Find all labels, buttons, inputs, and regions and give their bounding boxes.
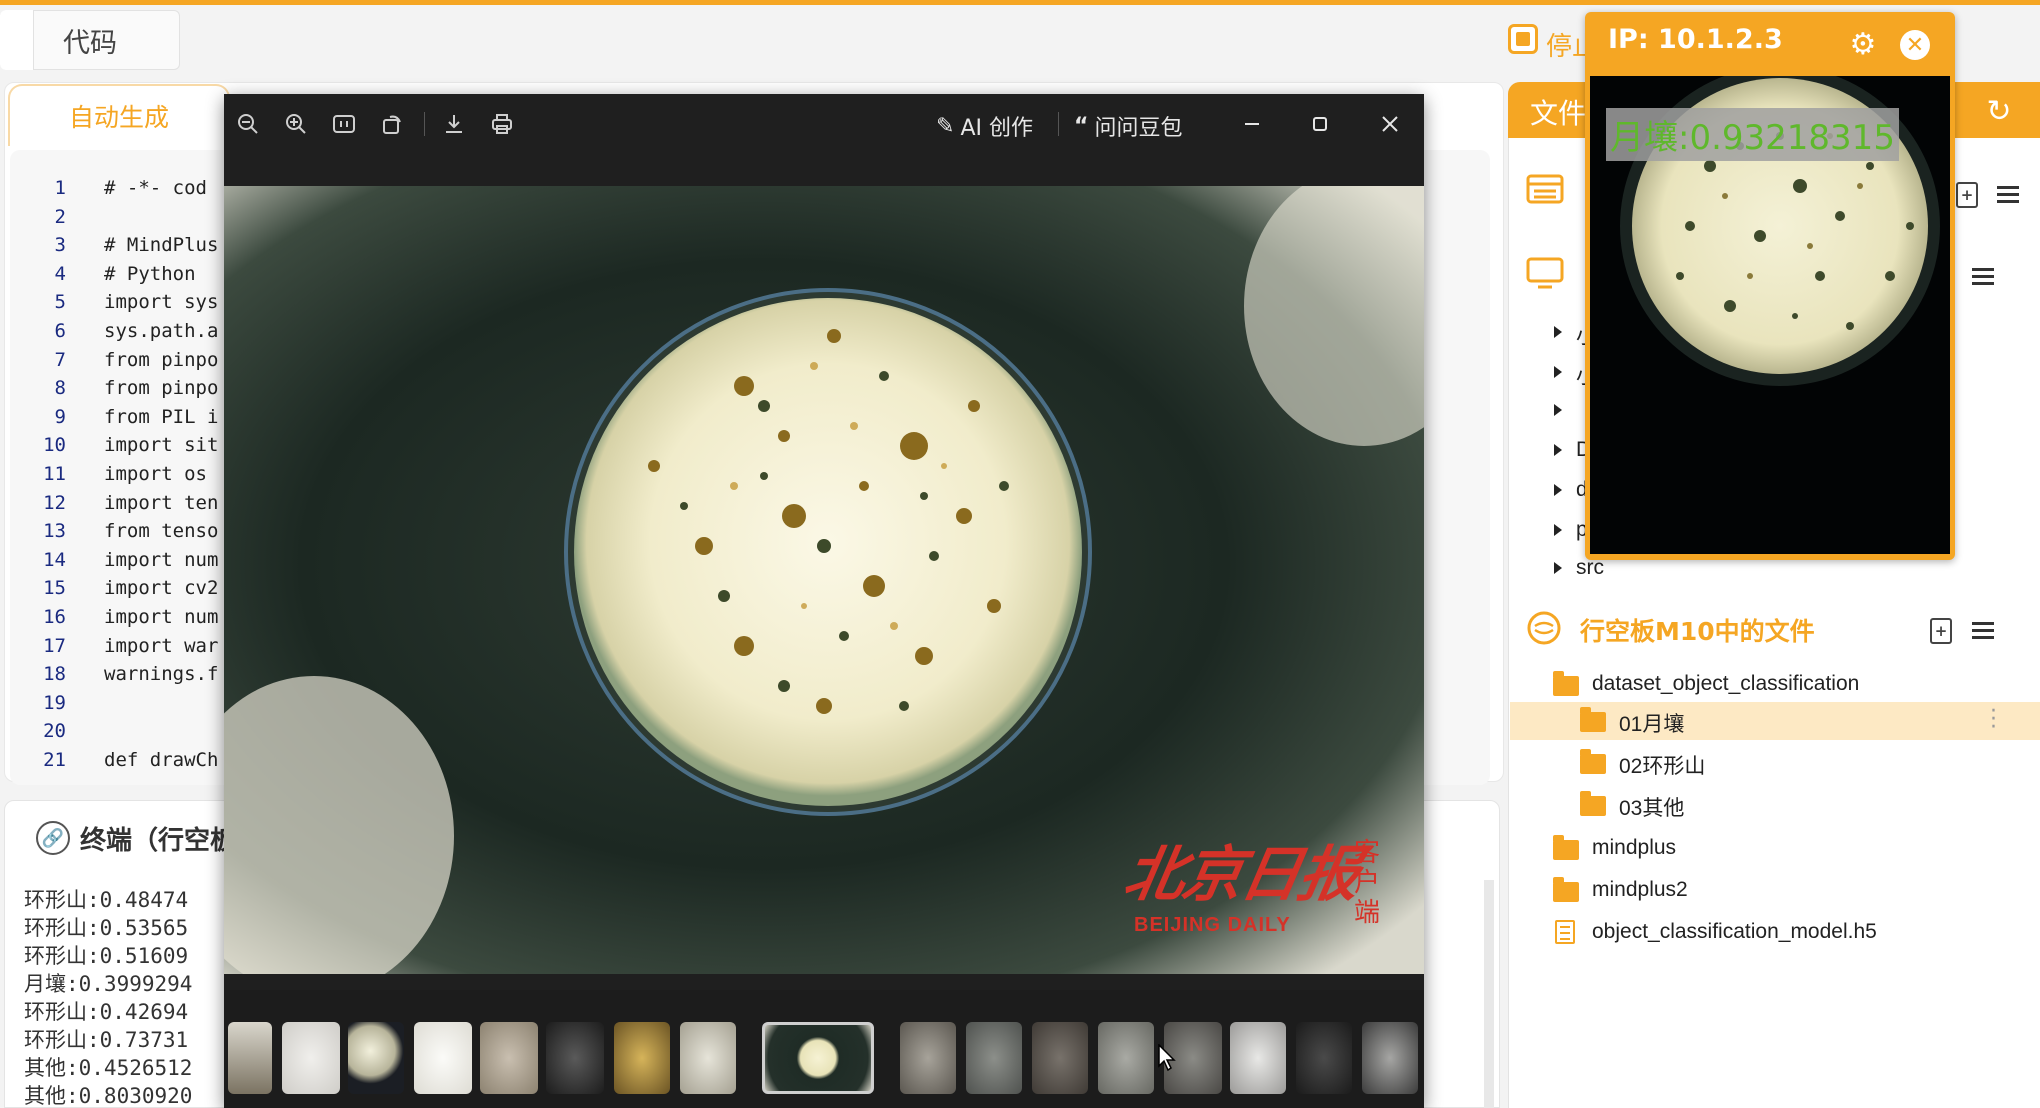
file-panel-title: 文件 bbox=[1530, 97, 1587, 130]
maximize-icon[interactable] bbox=[1306, 110, 1334, 138]
terminal-line: 其他:0.8030920 bbox=[24, 1084, 193, 1108]
close-icon[interactable]: ✕ bbox=[1900, 30, 1930, 60]
thumbnail[interactable] bbox=[228, 1022, 272, 1094]
terminal-header: 🔗 终端（行空板 bbox=[36, 818, 236, 858]
folder-icon bbox=[1553, 835, 1579, 860]
terminal-scrollbar[interactable] bbox=[1484, 880, 1494, 1108]
terminal-line: 环形山:0.48474 bbox=[24, 888, 189, 912]
expand-arrow-icon[interactable] bbox=[1554, 444, 1562, 456]
new-file-icon[interactable]: + bbox=[1930, 618, 1952, 644]
thumbnail[interactable] bbox=[1230, 1022, 1286, 1094]
close-icon[interactable] bbox=[1376, 110, 1404, 138]
folder-icon bbox=[1580, 707, 1606, 732]
folder-icon bbox=[1580, 749, 1606, 774]
minimize-icon[interactable] bbox=[1238, 110, 1266, 138]
thumbnail[interactable] bbox=[1032, 1022, 1088, 1094]
ask-doubao-label: 问问豆包 bbox=[1094, 116, 1183, 141]
thumbnail[interactable] bbox=[680, 1022, 736, 1094]
tab-auto-generate-label: 自动生成 bbox=[68, 103, 169, 132]
rotate-icon[interactable] bbox=[378, 110, 406, 138]
tree-item[interactable]: dataset_object_classification bbox=[1592, 672, 1859, 696]
print-icon[interactable] bbox=[488, 110, 516, 138]
thumbnail[interactable] bbox=[348, 1022, 404, 1094]
toolbar-separator bbox=[1058, 112, 1059, 136]
thumbnail-selected[interactable] bbox=[762, 1022, 874, 1094]
expand-arrow-icon[interactable] bbox=[1554, 326, 1562, 338]
thumbnail[interactable] bbox=[414, 1022, 472, 1094]
terminal-title: 终端（行空板 bbox=[80, 825, 237, 856]
zoom-in-icon[interactable] bbox=[282, 110, 310, 138]
menu-icon[interactable] bbox=[1972, 622, 1994, 640]
ai-create-button[interactable]: ✎ AI 创作 bbox=[936, 110, 1033, 142]
expand-arrow-icon[interactable] bbox=[1554, 524, 1562, 536]
expand-arrow-icon[interactable] bbox=[1554, 404, 1562, 416]
thumbnail[interactable] bbox=[282, 1022, 340, 1094]
expand-arrow-icon[interactable] bbox=[1554, 366, 1562, 378]
thumbnail[interactable] bbox=[614, 1022, 670, 1094]
ai-create-label: AI 创作 bbox=[960, 116, 1033, 141]
stop-button[interactable] bbox=[1508, 24, 1538, 54]
camera-ip-label: IP: 10.1.2.3 bbox=[1608, 24, 1783, 55]
thumbnail[interactable] bbox=[900, 1022, 956, 1094]
thumbnail[interactable] bbox=[546, 1022, 604, 1094]
watermark-client: 客户端 bbox=[1353, 838, 1380, 928]
tree-item[interactable]: 01月壤 bbox=[1619, 708, 1684, 738]
thumbnail[interactable] bbox=[966, 1022, 1022, 1094]
tree-item[interactable]: mindplus2 bbox=[1592, 878, 1688, 902]
link-icon[interactable]: 🔗 bbox=[36, 821, 70, 855]
menu-icon[interactable] bbox=[1972, 268, 1994, 286]
ask-doubao-button[interactable]: “ 问问豆包 bbox=[1074, 110, 1182, 142]
quote-icon: “ bbox=[1074, 113, 1089, 139]
computer-icon bbox=[1526, 256, 1564, 299]
top-accent-line bbox=[0, 0, 2040, 5]
more-options-icon[interactable]: · · · bbox=[1990, 701, 1997, 739]
thumbnail[interactable] bbox=[480, 1022, 538, 1094]
terminal-line: 环形山:0.73731 bbox=[24, 1028, 189, 1052]
tree-item[interactable]: 02环形山 bbox=[1619, 750, 1705, 780]
terminal-line: 月壤:0.3999294 bbox=[24, 972, 193, 996]
terminal-line: 环形山:0.42694 bbox=[24, 1000, 189, 1024]
tree-item[interactable]: object_classification_model.h5 bbox=[1592, 920, 1877, 944]
new-file-icon[interactable]: + bbox=[1956, 182, 1978, 208]
fit-icon[interactable] bbox=[330, 110, 358, 138]
download-icon[interactable] bbox=[440, 110, 468, 138]
expand-arrow-icon[interactable] bbox=[1554, 562, 1562, 574]
thumbnail[interactable] bbox=[1296, 1022, 1352, 1094]
refresh-icon[interactable]: ↻ bbox=[1982, 94, 2016, 129]
ai-create-icon: ✎ bbox=[936, 113, 955, 139]
tab-code-label: 代码 bbox=[63, 27, 117, 59]
folder-icon bbox=[1580, 791, 1606, 816]
folder-icon bbox=[1553, 671, 1579, 696]
thumbnail[interactable] bbox=[1362, 1022, 1418, 1094]
tree-item[interactable]: mindplus bbox=[1592, 836, 1676, 860]
folder-icon bbox=[1553, 877, 1579, 902]
project-files-icon bbox=[1526, 172, 1564, 215]
gear-icon[interactable]: ⚙ bbox=[1847, 27, 1879, 62]
tree-item[interactable]: 03其他 bbox=[1619, 792, 1684, 822]
board-icon bbox=[1526, 610, 1562, 655]
board-section-title: 行空板M10中的文件 bbox=[1580, 617, 1815, 646]
tab-auto-generate[interactable]: 自动生成 bbox=[8, 84, 230, 146]
file-icon bbox=[1555, 920, 1575, 944]
menu-icon[interactable] bbox=[1997, 186, 2019, 204]
watermark-english: BEIJING DAILY bbox=[1134, 914, 1291, 936]
watermark-logo: 北京日报 bbox=[1118, 840, 1364, 910]
terminal-line: 环形山:0.51609 bbox=[24, 944, 189, 968]
zoom-out-icon[interactable] bbox=[234, 110, 262, 138]
prediction-label: 月壤:0.93218315 bbox=[1606, 108, 1899, 161]
terminal-line: 环形山:0.53565 bbox=[24, 916, 189, 940]
terminal-line: 其他:0.4526512 bbox=[24, 1056, 193, 1080]
expand-arrow-icon[interactable] bbox=[1554, 484, 1562, 496]
tab-side-notch[interactable] bbox=[0, 10, 34, 70]
toolbar-separator bbox=[424, 112, 425, 136]
thumbnail[interactable] bbox=[1098, 1022, 1154, 1094]
